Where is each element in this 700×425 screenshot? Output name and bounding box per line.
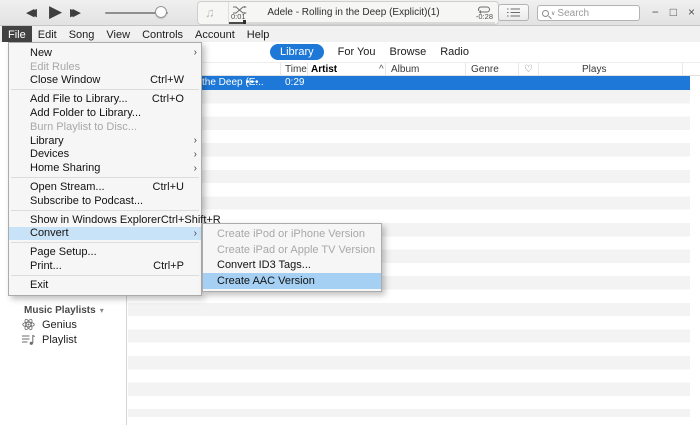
menu-help[interactable]: Help: [241, 26, 276, 42]
menu-item-open-stream[interactable]: Open Stream... Ctrl+U: [9, 180, 201, 194]
menu-view[interactable]: View: [100, 26, 136, 42]
column-divider: [682, 63, 683, 75]
column-divider: [280, 63, 281, 75]
column-header-plays[interactable]: Plays: [582, 64, 606, 75]
search-box[interactable]: ∨: [537, 5, 640, 21]
tab-radio[interactable]: Radio: [440, 44, 469, 60]
sidebar-item-label: Genius: [42, 319, 77, 331]
sidebar-item-genius[interactable]: Genius: [22, 318, 77, 331]
menu-item-print[interactable]: Print... Ctrl+P: [9, 259, 201, 273]
menu-separator: [11, 210, 199, 211]
menu-song[interactable]: Song: [63, 26, 101, 42]
search-icon: [542, 10, 549, 17]
column-divider: [538, 63, 539, 75]
library-nav-tabs: Library For You Browse Radio: [270, 44, 469, 60]
menu-separator: [11, 275, 199, 276]
progress-bar-handle[interactable]: [243, 20, 246, 24]
track-title: Adele - Rolling in the Deep (Explicit)(1…: [229, 7, 478, 18]
table-header: Time Artist ^ Album Genre ♡ Plays: [128, 62, 700, 76]
menu-item-edit-rules: Edit Rules: [9, 60, 201, 74]
play-button[interactable]: ▶: [49, 3, 62, 20]
selected-track-row[interactable]: the Deep (E... ••• 0:29: [128, 76, 690, 90]
tab-library[interactable]: Library: [270, 44, 324, 60]
menu-controls[interactable]: Controls: [136, 26, 189, 42]
menu-item-home-sharing[interactable]: Home Sharing ›: [9, 161, 201, 175]
menu-file[interactable]: File: [2, 26, 32, 42]
genius-icon: [22, 318, 35, 331]
submenu-arrow-icon: ›: [188, 163, 197, 174]
volume-slider-knob[interactable]: [155, 6, 167, 18]
now-playing-display: ♫ 0:01 Adele - Rolling in the Deep (Expl…: [197, 1, 499, 25]
file-menu-dropdown: New › Edit Rules Close Window Ctrl+W Add…: [8, 42, 202, 296]
progress-bar-played: [229, 22, 244, 24]
menu-item-new[interactable]: New ›: [9, 46, 201, 60]
forward-button[interactable]: ▶▶: [70, 8, 81, 19]
menu-item-close-window[interactable]: Close Window Ctrl+W: [9, 74, 201, 88]
menu-item-subscribe-to-podcast[interactable]: Subscribe to Podcast...: [9, 194, 201, 208]
menu-item-burn-playlist-to-disc: Burn Playlist to Disc...: [9, 120, 201, 134]
menu-item-convert[interactable]: Convert ›: [9, 227, 201, 241]
maximize-button[interactable]: □: [670, 4, 677, 20]
menu-item-page-setup[interactable]: Page Setup...: [9, 245, 201, 259]
playlist-icon: [22, 333, 35, 346]
up-next-button[interactable]: [498, 4, 529, 21]
submenu-arrow-icon: ›: [188, 135, 197, 146]
submenu-item-create-ipod-iphone-version: Create iPod or iPhone Version: [203, 226, 381, 242]
column-header-album[interactable]: Album: [391, 64, 419, 75]
rewind-button[interactable]: ◀◀: [26, 8, 31, 19]
submenu-item-convert-id3-tags[interactable]: Convert ID3 Tags...: [203, 258, 381, 274]
close-button[interactable]: ×: [688, 4, 695, 20]
convert-submenu: Create iPod or iPhone Version Create iPa…: [202, 223, 382, 292]
column-divider: [307, 63, 308, 75]
column-divider: [465, 63, 466, 75]
section-label: Music Playlists: [24, 305, 96, 316]
menu-item-add-folder-to-library[interactable]: Add Folder to Library...: [9, 106, 201, 120]
track-time: 0:29: [285, 77, 304, 88]
menu-item-show-in-windows-explorer[interactable]: Show in Windows Explorer Ctrl+Shift+R: [9, 213, 201, 227]
column-header-time[interactable]: Time: [285, 64, 307, 75]
search-input[interactable]: [557, 8, 627, 19]
music-note-icon: ♫: [205, 5, 215, 20]
column-divider: [518, 63, 519, 75]
tab-for-you[interactable]: For You: [338, 44, 376, 60]
column-header-genre[interactable]: Genre: [471, 64, 499, 75]
submenu-item-create-ipad-appletv-version: Create iPad or Apple TV Version: [203, 242, 381, 258]
progress-bar-track[interactable]: [229, 22, 495, 24]
list-icon: [507, 8, 520, 17]
sidebar-item-playlist[interactable]: Playlist: [22, 333, 77, 346]
menu-item-add-file-to-library[interactable]: Add File to Library... Ctrl+O: [9, 92, 201, 106]
tab-browse[interactable]: Browse: [390, 44, 427, 60]
menu-item-library[interactable]: Library ›: [9, 134, 201, 148]
menu-bar: File Edit Song View Controls Account Hel…: [0, 26, 700, 42]
sort-ascending-icon: ^: [379, 64, 384, 75]
time-remaining: -0:28: [476, 12, 493, 21]
search-scope-chevron-icon[interactable]: ∨: [551, 10, 555, 17]
menu-item-exit[interactable]: Exit: [9, 278, 201, 292]
caret-down-icon: ▾: [100, 306, 104, 315]
column-header-loved heart-icon[interactable]: ♡: [524, 64, 533, 75]
more-options-icon[interactable]: •••: [246, 77, 260, 88]
menu-separator: [11, 89, 199, 90]
menu-separator: [11, 242, 199, 243]
submenu-arrow-icon: ›: [188, 149, 197, 160]
menu-item-devices[interactable]: Devices ›: [9, 148, 201, 162]
menu-account[interactable]: Account: [189, 26, 241, 42]
sidebar-section-music-playlists[interactable]: Music Playlists ▾: [24, 305, 104, 316]
window-controls: − □ ×: [652, 4, 695, 20]
sidebar-item-label: Playlist: [42, 334, 77, 346]
submenu-arrow-icon: ›: [188, 47, 197, 58]
menu-separator: [11, 177, 199, 178]
submenu-item-create-aac-version[interactable]: Create AAC Version: [203, 273, 381, 289]
submenu-arrow-icon: ›: [188, 228, 197, 239]
minimize-button[interactable]: −: [652, 4, 659, 20]
player-toolbar: ◀◀ ▶ ▶▶ ♫ 0:01 Adele - Rolling in the De…: [0, 0, 700, 26]
menu-edit[interactable]: Edit: [32, 26, 63, 42]
column-header-artist[interactable]: Artist: [311, 64, 337, 75]
column-divider: [385, 63, 386, 75]
